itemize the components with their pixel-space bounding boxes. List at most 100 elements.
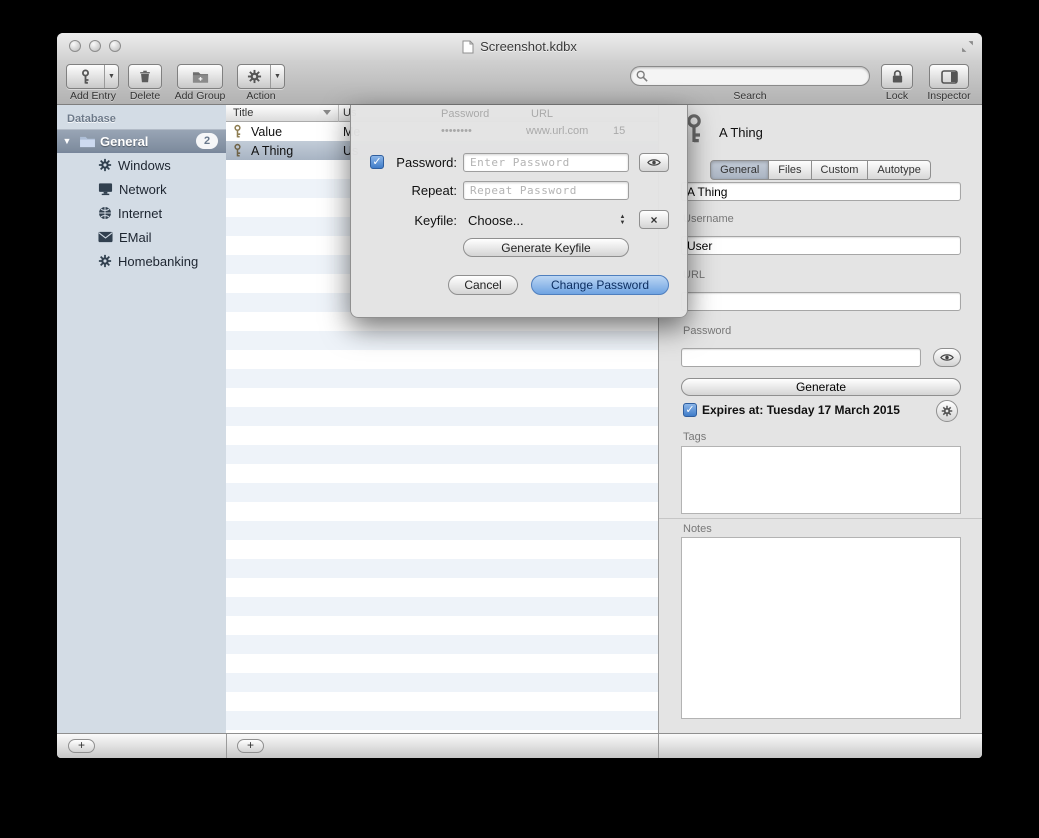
repeat-label: Repeat: bbox=[387, 183, 457, 198]
sidebar-item-label: Network bbox=[119, 182, 167, 197]
folder-plus-icon bbox=[192, 70, 209, 84]
repeat-password-input[interactable] bbox=[463, 181, 629, 200]
action-button[interactable]: ▼ bbox=[237, 64, 285, 89]
add-group-button[interactable] bbox=[177, 64, 223, 89]
add-entry-label: Add Entry bbox=[58, 90, 128, 102]
sidebar-item-label: EMail bbox=[119, 230, 152, 245]
password-field[interactable] bbox=[681, 348, 921, 367]
sidebar-group-general[interactable]: ▼ General 2 bbox=[57, 129, 226, 153]
change-password-sheet: Password URL •••••••• www.url.com 15 ✓ P… bbox=[350, 105, 688, 318]
notes-input[interactable] bbox=[681, 537, 961, 719]
desktop: Screenshot.kdbx ▼ Add Entry Delete Add G… bbox=[0, 0, 1039, 838]
generate-label: Generate bbox=[796, 380, 846, 394]
fullscreen-icon[interactable] bbox=[961, 40, 974, 53]
entry-title: Value bbox=[251, 125, 282, 139]
sidebar-group-label: General bbox=[100, 134, 148, 149]
sidebar-item-label: Internet bbox=[118, 206, 162, 221]
add-entry-plus-button[interactable]: + bbox=[237, 739, 264, 753]
change-password-label: Change Password bbox=[551, 278, 649, 292]
toolbar: ▼ Add Entry Delete Add Group ▼ Action bbox=[57, 60, 982, 105]
search-icon bbox=[636, 70, 648, 82]
inspector-panel-icon bbox=[941, 70, 958, 84]
tags-input[interactable] bbox=[681, 446, 961, 514]
sidebar-item-network[interactable]: Network bbox=[57, 177, 226, 201]
sidebar-item-windows[interactable]: Windows bbox=[57, 153, 226, 177]
expires-checkbox[interactable]: ✓ bbox=[683, 403, 697, 417]
stepper-icon[interactable]: ▲▼ bbox=[617, 210, 628, 229]
trash-icon bbox=[138, 69, 152, 84]
action-label: Action bbox=[237, 90, 285, 102]
cancel-label: Cancel bbox=[464, 278, 501, 292]
sidebar-section-database: Database bbox=[67, 113, 116, 125]
entry-title: A Thing bbox=[251, 144, 293, 158]
keyfile-popup-button[interactable]: Choose... bbox=[468, 213, 524, 228]
inspector-entry-title: A Thing bbox=[719, 125, 763, 140]
display-icon bbox=[98, 182, 113, 196]
eye-icon bbox=[940, 353, 954, 362]
sort-indicator-icon bbox=[323, 110, 331, 115]
sidebar-item-homebanking[interactable]: Homebanking bbox=[57, 249, 226, 273]
new-password-input[interactable] bbox=[463, 153, 629, 172]
generate-password-button[interactable]: Generate bbox=[681, 378, 961, 396]
add-group-label: Add Group bbox=[170, 90, 230, 102]
tab-autotype[interactable]: Autotype bbox=[868, 160, 930, 180]
search-label: Search bbox=[630, 90, 870, 102]
sidebar-item-email[interactable]: EMail bbox=[57, 225, 226, 249]
tab-custom[interactable]: Custom bbox=[812, 160, 869, 180]
url-field[interactable] bbox=[681, 292, 961, 311]
close-icon: × bbox=[650, 213, 657, 227]
disclosure-triangle-icon[interactable]: ▼ bbox=[57, 136, 77, 146]
add-entry-button[interactable]: ▼ bbox=[66, 64, 119, 89]
folder-icon bbox=[79, 135, 96, 148]
delete-button[interactable] bbox=[128, 64, 162, 89]
add-group-plus-button[interactable]: + bbox=[68, 739, 95, 753]
eye-icon bbox=[647, 158, 661, 167]
lock-icon bbox=[891, 69, 904, 84]
password-label: Password: bbox=[387, 155, 457, 170]
traffic-lights bbox=[69, 40, 121, 52]
document-icon bbox=[462, 40, 474, 54]
column-header-title[interactable]: Title bbox=[233, 107, 253, 119]
inspector-tabs: General Files Custom Autotype bbox=[659, 160, 982, 180]
gear-icon bbox=[98, 158, 112, 172]
delete-label: Delete bbox=[120, 90, 170, 102]
tab-files[interactable]: Files bbox=[769, 160, 811, 180]
sidebar-item-label: Homebanking bbox=[118, 254, 198, 269]
show-password-button[interactable] bbox=[639, 153, 669, 172]
title-field[interactable] bbox=[681, 182, 961, 201]
username-field[interactable] bbox=[681, 236, 961, 255]
minimize-button[interactable] bbox=[89, 40, 101, 52]
tab-general[interactable]: General bbox=[710, 160, 769, 180]
close-button[interactable] bbox=[69, 40, 81, 52]
clear-keyfile-button[interactable]: × bbox=[639, 210, 669, 229]
column-divider[interactable] bbox=[338, 105, 339, 122]
inspector-panel: A Thing General Files Custom Autotype Ti… bbox=[658, 105, 982, 733]
cancel-button[interactable]: Cancel bbox=[448, 275, 518, 295]
chevron-down-icon[interactable]: ▼ bbox=[104, 65, 118, 88]
zoom-button[interactable] bbox=[109, 40, 121, 52]
titlebar[interactable]: Screenshot.kdbx bbox=[57, 33, 982, 60]
gear-icon bbox=[941, 405, 953, 417]
password-field-label: Password bbox=[683, 325, 731, 337]
lock-label: Lock bbox=[867, 90, 927, 102]
lock-button[interactable] bbox=[881, 64, 913, 89]
username-field-label: Username bbox=[683, 213, 734, 225]
search-input[interactable] bbox=[630, 66, 870, 86]
gear-icon bbox=[247, 69, 262, 84]
generate-keyfile-label: Generate Keyfile bbox=[501, 241, 590, 255]
envelope-icon bbox=[98, 231, 113, 243]
plus-icon: + bbox=[247, 738, 254, 752]
chevron-down-icon[interactable]: ▼ bbox=[270, 65, 284, 88]
expires-label: Expires at: Tuesday 17 March 2015 bbox=[702, 403, 900, 417]
obscured-table-content: Password URL •••••••• www.url.com 15 bbox=[351, 105, 687, 141]
password-checkbox[interactable]: ✓ bbox=[370, 155, 384, 169]
window-title: Screenshot.kdbx bbox=[480, 39, 577, 54]
inspector-button[interactable] bbox=[929, 64, 969, 89]
change-password-button[interactable]: Change Password bbox=[531, 275, 669, 295]
generate-keyfile-button[interactable]: Generate Keyfile bbox=[463, 238, 629, 257]
key-icon bbox=[233, 143, 242, 158]
show-password-button[interactable] bbox=[933, 348, 961, 367]
key-plus-icon bbox=[79, 69, 92, 85]
expires-settings-button[interactable] bbox=[936, 400, 958, 422]
sidebar-item-internet[interactable]: Internet bbox=[57, 201, 226, 225]
